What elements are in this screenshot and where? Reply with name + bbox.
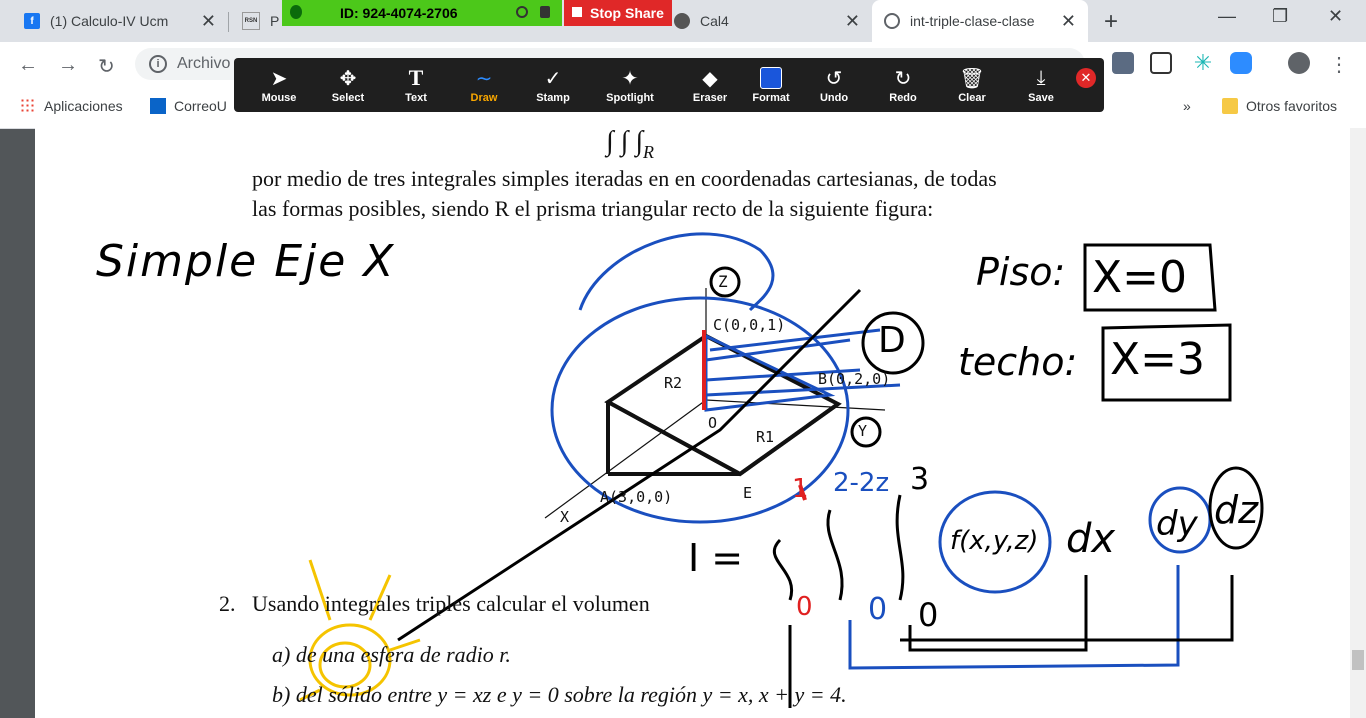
- note-d-label: D: [878, 320, 906, 361]
- note-dy: dy: [1156, 504, 1198, 544]
- figure-label-r1: R1: [756, 428, 775, 446]
- figure-label-z: Z: [718, 272, 728, 291]
- note-integrand: f(x,y,z): [950, 526, 1039, 556]
- black-ink: [397, 243, 1264, 708]
- figure-label-b: B(0,2,0): [818, 370, 891, 388]
- note-lower-2: 0: [868, 592, 888, 627]
- note-upper-1: 1: [792, 474, 809, 504]
- figure-label-a: A(3,0,0): [600, 488, 673, 506]
- note-dz: dz: [1214, 488, 1259, 532]
- note-lower-3: 0: [918, 596, 939, 634]
- item-2b-text: b) del sólido entre y = xz e y = 0 sobre…: [272, 682, 847, 707]
- note-integral-i: I =: [688, 536, 744, 580]
- note-techo: techo:: [958, 340, 1078, 384]
- item-2-text: Usando integrales triples calcular el vo…: [252, 591, 650, 616]
- note-lower-1: 0: [796, 592, 813, 622]
- yellow-ink: [299, 559, 421, 702]
- note-techo-eq: X=3: [1110, 334, 1206, 385]
- note-upper-2: 2-2z: [833, 468, 890, 498]
- figure-label-c: C(0,0,1): [713, 316, 786, 334]
- note-simple-eje-x: Simple Eje X: [96, 236, 396, 287]
- figure-label-y: Y: [858, 422, 868, 440]
- figure-label-e: E: [743, 484, 753, 502]
- item-2a-text: a) de una esfera de radio r.: [272, 642, 511, 667]
- figure-label-r2: R2: [664, 374, 683, 392]
- note-upper-3: 3: [910, 462, 930, 497]
- figure-label-x: X: [560, 508, 570, 526]
- note-piso-eq: X=0: [1092, 252, 1188, 303]
- figure-label-o: O: [708, 414, 718, 432]
- item-2-number: 2.: [219, 591, 236, 616]
- note-piso: Piso:: [976, 250, 1066, 294]
- note-dx: dx: [1066, 516, 1116, 562]
